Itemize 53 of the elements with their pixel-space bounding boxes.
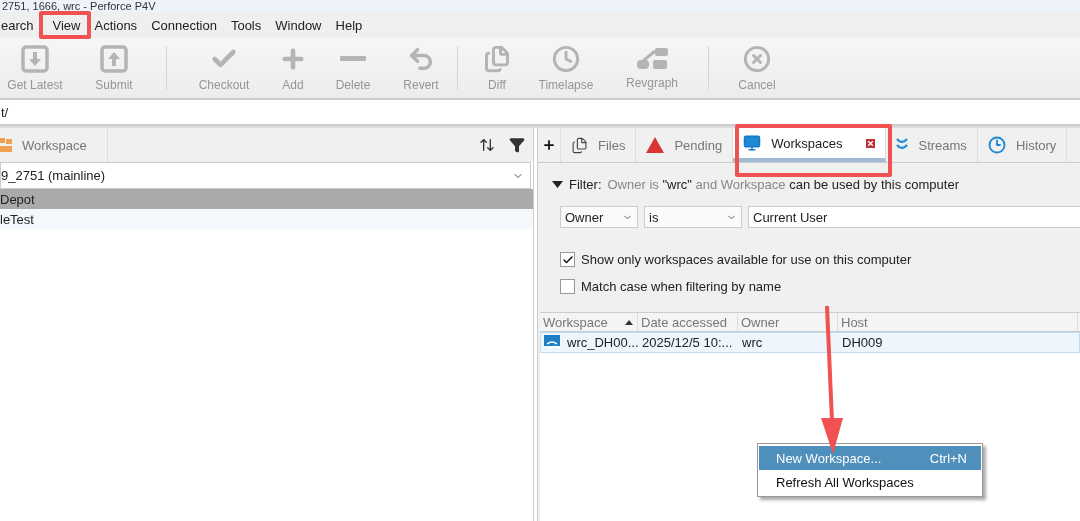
graph-icon xyxy=(635,46,669,71)
folders-icon xyxy=(0,137,12,153)
column-header[interactable]: Owner xyxy=(738,313,838,331)
field-select[interactable]: Owner xyxy=(560,206,638,228)
menu-item[interactable]: Actions xyxy=(87,17,145,33)
filter-icon[interactable] xyxy=(509,137,525,153)
table-cell: DH009 xyxy=(842,335,883,350)
checkbox-label: Match case when filtering by name xyxy=(581,279,782,294)
menu-item[interactable]: Help xyxy=(328,17,370,33)
tree-item[interactable]: Depot xyxy=(0,189,533,209)
tab[interactable]: Files xyxy=(561,128,637,162)
workspace-icon xyxy=(544,334,562,351)
operator-select[interactable]: is xyxy=(644,206,742,228)
value-field[interactable]: Current User xyxy=(748,206,1080,228)
menu-item[interactable]: New Workspace... Ctrl+N xyxy=(759,446,981,470)
monitor-icon xyxy=(743,134,762,152)
filter-label: Filter: xyxy=(569,177,602,192)
menu-item[interactable]: Refresh All Workspaces xyxy=(759,470,981,494)
filter-description: Owner is "wrc" and Workspace can be used by this computer xyxy=(607,177,959,192)
menu-item[interactable]: Connection xyxy=(144,17,224,33)
checkbox-label: Show only workspaces available for use on this computer xyxy=(581,252,912,267)
cancel-icon xyxy=(743,44,771,73)
menu-item[interactable]: View xyxy=(45,17,88,33)
tab[interactable]: Workspaces xyxy=(733,128,887,162)
column-header[interactable]: Host xyxy=(838,313,1078,331)
table-row[interactable]: wrc_DH00... 2025/12/5 10:... wrc DH009 xyxy=(540,332,1080,353)
tab[interactable]: Streams xyxy=(886,128,978,162)
close-icon[interactable] xyxy=(866,138,876,148)
documents-icon xyxy=(483,44,511,73)
tab[interactable]: History xyxy=(977,128,1068,162)
table-cell: wrc xyxy=(742,335,763,350)
menu-item[interactable]: earch xyxy=(0,17,46,33)
checkbox[interactable] xyxy=(560,252,575,267)
checkbox[interactable] xyxy=(560,279,575,294)
sort-icon[interactable] xyxy=(479,137,495,153)
collapse-triangle-icon[interactable] xyxy=(552,181,563,188)
column-header[interactable]: Date accessed xyxy=(638,313,738,331)
documents-icon xyxy=(571,136,588,154)
plus-icon xyxy=(542,138,556,152)
window-title: 2751, 1666, wrc - Perforce P4V xyxy=(2,0,156,12)
tree-item[interactable]: leTest xyxy=(0,209,533,229)
table-cell: 2025/12/5 10:... xyxy=(642,335,733,350)
clock-icon xyxy=(987,136,1006,154)
column-header[interactable]: Workspace xyxy=(540,313,638,331)
path-field[interactable]: t/ xyxy=(0,104,9,120)
clock-icon xyxy=(552,44,580,73)
menu-item[interactable]: Tools xyxy=(223,17,269,33)
workspace-select[interactable]: 9_2751 (mainline) xyxy=(0,162,531,189)
sort-arrow-icon xyxy=(625,319,633,325)
menu-item[interactable]: Window xyxy=(268,17,329,33)
minus-icon xyxy=(340,55,366,61)
triangle-icon xyxy=(646,137,665,153)
table-cell: wrc_DH00... xyxy=(567,335,639,350)
